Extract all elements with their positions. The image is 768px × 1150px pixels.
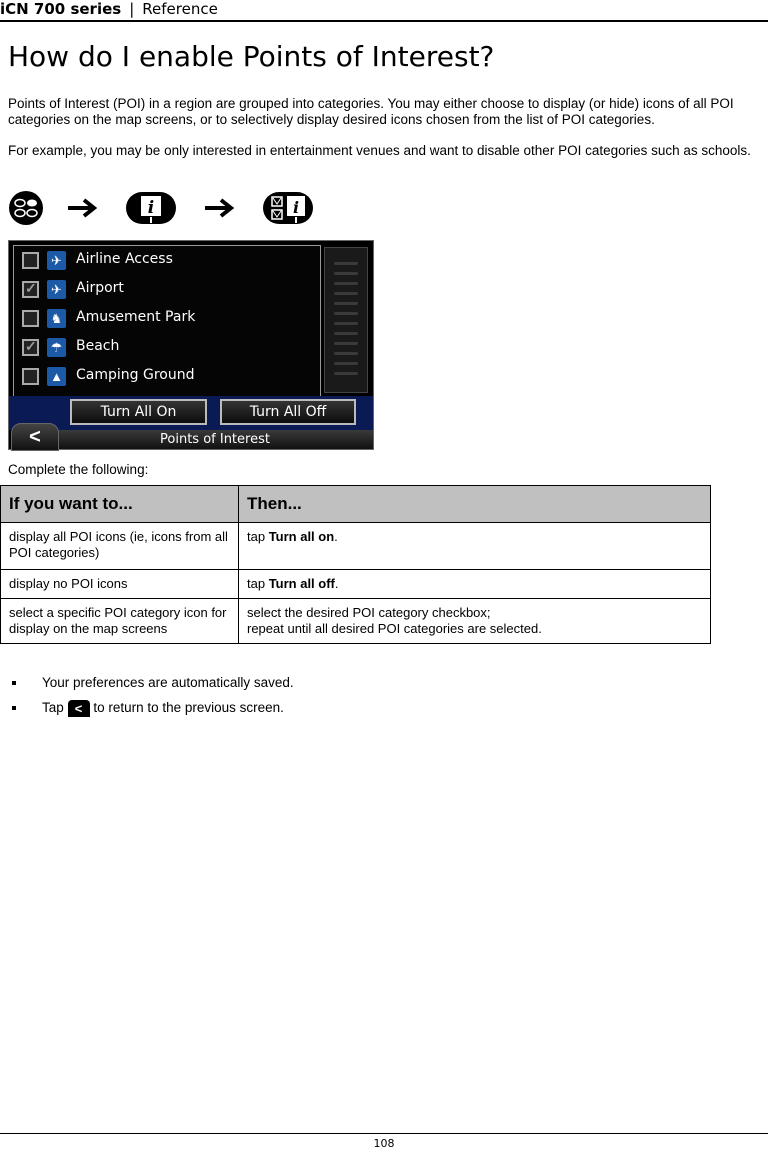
poi-label: Airport <box>76 280 124 296</box>
back-button[interactable]: < <box>11 423 59 451</box>
arrow-right-icon <box>205 198 235 218</box>
section-name: Reference <box>142 0 218 18</box>
arrow-right-icon <box>68 198 98 218</box>
page-title: How do I enable Points of Interest? <box>8 40 495 73</box>
amusement-park-icon: ♞ <box>47 309 66 328</box>
poi-screen: ✈ Airline Access ✈ Airport ♞ Amusement P… <box>8 240 374 451</box>
checkbox-checked[interactable] <box>22 338 39 356</box>
table-row: display no POI icons tap Turn all off. <box>0 569 711 599</box>
intro-paragraph: Points of Interest (POI) in a region are… <box>8 96 734 127</box>
poi-checklist-icon: i <box>263 192 313 224</box>
poi-row-airport[interactable]: ✈ Airport <box>14 275 314 304</box>
camping-ground-icon: ▲ <box>47 367 66 386</box>
airport-icon: ✈ <box>47 280 66 299</box>
main-menu-icon <box>9 191 43 225</box>
checkbox[interactable] <box>22 310 39 327</box>
running-header: iCN 700 series | Reference <box>0 0 768 22</box>
complete-label: Complete the following: <box>8 462 149 477</box>
screen-title: Points of Interest <box>57 430 373 449</box>
poi-info-icon: i <box>126 192 176 224</box>
product-name: iCN 700 series <box>0 0 122 18</box>
header-separator: | <box>129 0 135 18</box>
airline-access-icon: ✈ <box>47 251 66 270</box>
table-row: select a specific POI category icon for … <box>0 598 711 644</box>
scrollbar[interactable] <box>324 247 368 393</box>
back-icon: < <box>67 700 90 717</box>
turn-all-off-button[interactable]: Turn All Off <box>220 399 356 425</box>
svg-text:i: i <box>293 198 299 217</box>
poi-category-list: ✈ Airline Access ✈ Airport ♞ Amusement P… <box>13 245 321 397</box>
poi-label: Camping Ground <box>76 367 195 383</box>
poi-row-amusement-park[interactable]: ♞ Amusement Park <box>14 304 314 333</box>
poi-row-airline-access[interactable]: ✈ Airline Access <box>14 246 314 275</box>
bullet-item: Your preferences are automatically saved… <box>12 675 294 690</box>
beach-icon: ☂ <box>47 338 66 357</box>
poi-row-beach[interactable]: ☂ Beach <box>14 333 314 362</box>
example-paragraph: For example, you may be only interested … <box>8 143 751 158</box>
poi-label: Amusement Park <box>76 309 196 325</box>
poi-label: Airline Access <box>76 251 173 267</box>
navigation-path: i i <box>8 190 328 230</box>
turn-all-on-button[interactable]: Turn All On <box>70 399 207 425</box>
bullet-item: Tap < to return to the previous screen. <box>12 700 284 717</box>
checkbox-checked[interactable] <box>22 280 39 298</box>
table-row: display all POI icons (ie, icons from al… <box>0 522 711 570</box>
poi-label: Beach <box>76 338 120 354</box>
instructions-table: If you want to... Then... display all PO… <box>0 485 711 644</box>
poi-row-camping-ground[interactable]: ▲ Camping Ground <box>14 362 314 391</box>
column-header: If you want to... <box>0 485 239 523</box>
checkbox[interactable] <box>22 368 39 385</box>
checkbox[interactable] <box>22 252 39 269</box>
page-number: 108 <box>0 1133 768 1150</box>
svg-text:i: i <box>148 198 154 218</box>
column-header: Then... <box>238 485 711 523</box>
